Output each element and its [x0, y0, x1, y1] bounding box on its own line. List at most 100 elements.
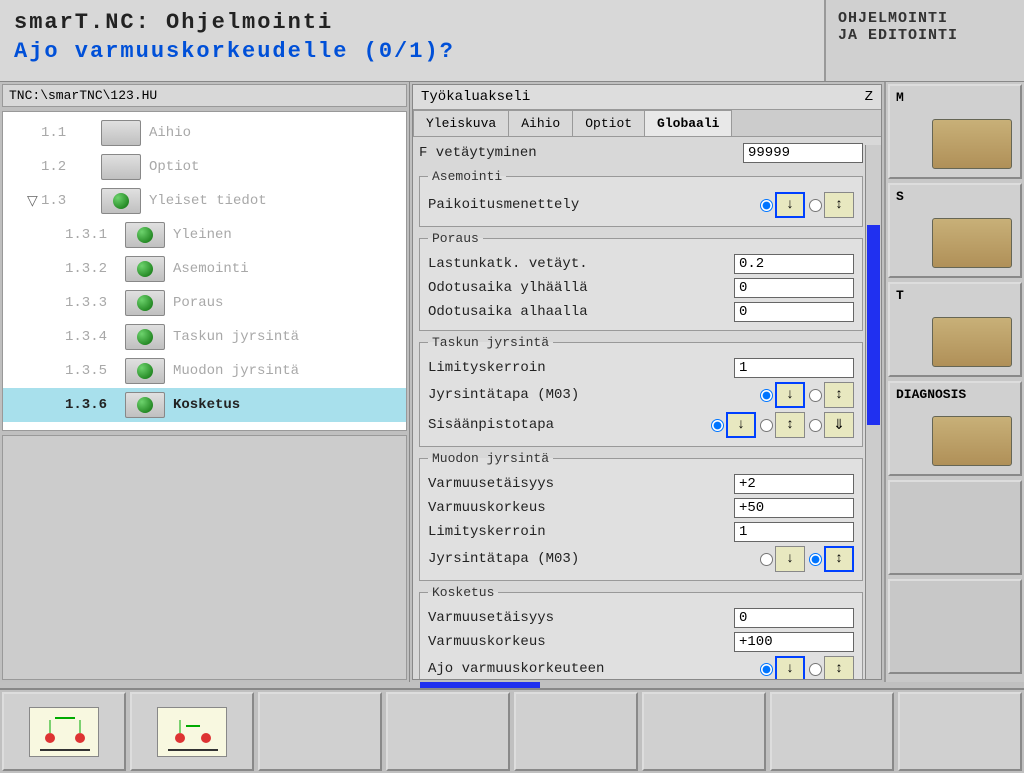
probe-icon-2	[157, 707, 227, 757]
radio-button[interactable]	[809, 553, 822, 566]
tree-item-1.3.3[interactable]: 1.3.3Poraus	[3, 286, 406, 320]
app-title: smarT.NC: Ohjelmointi	[14, 10, 810, 35]
side-label: M	[896, 90, 904, 105]
radio-option[interactable]: ⇓	[809, 412, 854, 438]
radio-option[interactable]: ↓	[760, 382, 805, 408]
param-input[interactable]	[734, 254, 854, 274]
side-button-M[interactable]: M	[888, 84, 1022, 179]
side-label: S	[896, 189, 904, 204]
softkey-2[interactable]	[130, 692, 254, 771]
radio-option[interactable]: ↓	[760, 546, 805, 572]
radio-option[interactable]: ↕	[809, 382, 854, 408]
tree-item-1.3[interactable]: ▽1.3Yleiset tiedot	[3, 184, 406, 218]
tree-num: 1.1	[41, 125, 101, 141]
param-input[interactable]	[734, 632, 854, 652]
param-label: Limityskerroin	[428, 524, 734, 540]
radio-icon: ↕	[824, 656, 854, 679]
param-row: Limityskerroin	[428, 520, 854, 544]
radio-option[interactable]: ↕	[760, 412, 805, 438]
param-input[interactable]	[734, 278, 854, 298]
tabs-row: YleiskuvaAihioOptiotGlobaali	[413, 110, 881, 137]
param-input[interactable]	[743, 143, 863, 163]
tree-label: Muodon jyrsintä	[173, 363, 299, 379]
radio-icon: ⇓	[824, 412, 854, 438]
tree-num: 1.3.1	[65, 227, 125, 243]
param-label: F vetäytyminen	[419, 145, 743, 161]
group-asemointi: AsemointiPaikoitusmenettely↓↕	[419, 169, 863, 227]
right-sidebar: M S TDIAGNOSIS	[884, 82, 1024, 682]
radio-button[interactable]	[760, 553, 773, 566]
softkey-1[interactable]	[2, 692, 126, 771]
radio-button[interactable]	[809, 419, 822, 432]
param-input[interactable]	[734, 522, 854, 542]
param-input[interactable]	[734, 358, 854, 378]
radio-option[interactable]: ↓	[760, 192, 805, 218]
param-input[interactable]	[734, 302, 854, 322]
tab-optiot[interactable]: Optiot	[572, 110, 645, 136]
radio-button[interactable]	[760, 389, 773, 402]
param-row: Varmuuskorkeus	[428, 630, 854, 654]
radio-option[interactable]: ↕	[809, 192, 854, 218]
param-input[interactable]	[734, 498, 854, 518]
param-input[interactable]	[734, 474, 854, 494]
group-muodon-jyrsintä: Muodon jyrsintäVarmuusetäisyysVarmuuskor…	[419, 451, 863, 581]
side-button-T[interactable]: T	[888, 282, 1022, 377]
radio-button[interactable]	[809, 199, 822, 212]
group-kosketus: KosketusVarmuusetäisyysVarmuuskorkeusAjo…	[419, 585, 863, 679]
softkey-3[interactable]	[258, 692, 382, 771]
tree-item-1.1[interactable]: 1.1Aihio	[3, 116, 406, 150]
tree-item-1.3.1[interactable]: 1.3.1 Yleinen	[3, 218, 406, 252]
radio-icon: ↕	[824, 382, 854, 408]
tab-aihio[interactable]: Aihio	[508, 110, 573, 136]
side-graphic-icon	[932, 317, 1012, 367]
tab-yleiskuva[interactable]: Yleiskuva	[413, 110, 509, 136]
tree-num: 1.3.6	[65, 397, 125, 413]
radio-icon: ↓	[775, 192, 805, 218]
radio-button[interactable]	[711, 419, 724, 432]
side-button-empty-5[interactable]	[888, 579, 1022, 674]
radio-button[interactable]	[760, 419, 773, 432]
param-row: Varmuusetäisyys	[428, 472, 854, 496]
tree-item-1.3.6[interactable]: 1.3.6Kosketus	[3, 388, 406, 422]
tree-item-1.3.2[interactable]: 1.3.2Asemointi	[3, 252, 406, 286]
side-button-DIAGNOSIS[interactable]: DIAGNOSIS	[888, 381, 1022, 476]
params-scroll[interactable]: F vetäytyminen AsemointiPaikoitusmenettel…	[413, 137, 881, 679]
side-button-empty-4[interactable]	[888, 480, 1022, 575]
group-legend: Kosketus	[428, 585, 498, 600]
radio-option[interactable]: ↕	[809, 656, 854, 679]
tree-label: Yleinen	[173, 227, 232, 243]
tree-item-1.3.4[interactable]: 1.3.4Taskun jyrsintä	[3, 320, 406, 354]
softkey-5[interactable]	[514, 692, 638, 771]
param-input[interactable]	[734, 608, 854, 628]
radio-button[interactable]	[809, 389, 822, 402]
radio-option[interactable]: ↓	[711, 412, 756, 438]
scrollbar[interactable]	[865, 145, 881, 679]
radio-button[interactable]	[809, 663, 822, 676]
param-label: Limityskerroin	[428, 360, 734, 376]
radio-button[interactable]	[760, 199, 773, 212]
file-path: TNC:\smarTNC\123.HU	[2, 84, 407, 107]
radio-button[interactable]	[760, 663, 773, 676]
softkey-bar	[0, 688, 1024, 773]
scroll-thumb[interactable]	[867, 225, 880, 425]
side-button-S[interactable]: S	[888, 183, 1022, 278]
softkey-6[interactable]	[642, 692, 766, 771]
param-label: Sisäänpistotapa	[428, 417, 711, 433]
tree-label: Taskun jyrsintä	[173, 329, 299, 345]
softkey-7[interactable]	[770, 692, 894, 771]
tree-num: 1.3.2	[65, 261, 125, 277]
radio-option[interactable]: ↓	[760, 656, 805, 679]
params-panel: Työkaluakseli Z YleiskuvaAihioOptiotGlob…	[412, 84, 882, 680]
param-row: Jyrsintätapa (M03)↓↕	[428, 380, 854, 410]
softkey-4[interactable]	[386, 692, 510, 771]
tree-item-1.3.5[interactable]: 1.3.5Muodon jyrsintä	[3, 354, 406, 388]
tab-globaali[interactable]: Globaali	[644, 110, 732, 136]
group-taskun-jyrsintä: Taskun jyrsintäLimityskerroinJyrsintätap…	[419, 335, 863, 447]
program-tree[interactable]: 1.1Aihio1.2Optiot▽1.3Yleiset tiedot1.3.1…	[2, 111, 407, 431]
param-label: Varmuuskorkeus	[428, 634, 734, 650]
tree-item-1.2[interactable]: 1.2Optiot	[3, 150, 406, 184]
radio-option[interactable]: ↕	[809, 546, 854, 572]
param-label: Varmuusetäisyys	[428, 476, 734, 492]
box-icon	[101, 120, 141, 146]
softkey-8[interactable]	[898, 692, 1022, 771]
